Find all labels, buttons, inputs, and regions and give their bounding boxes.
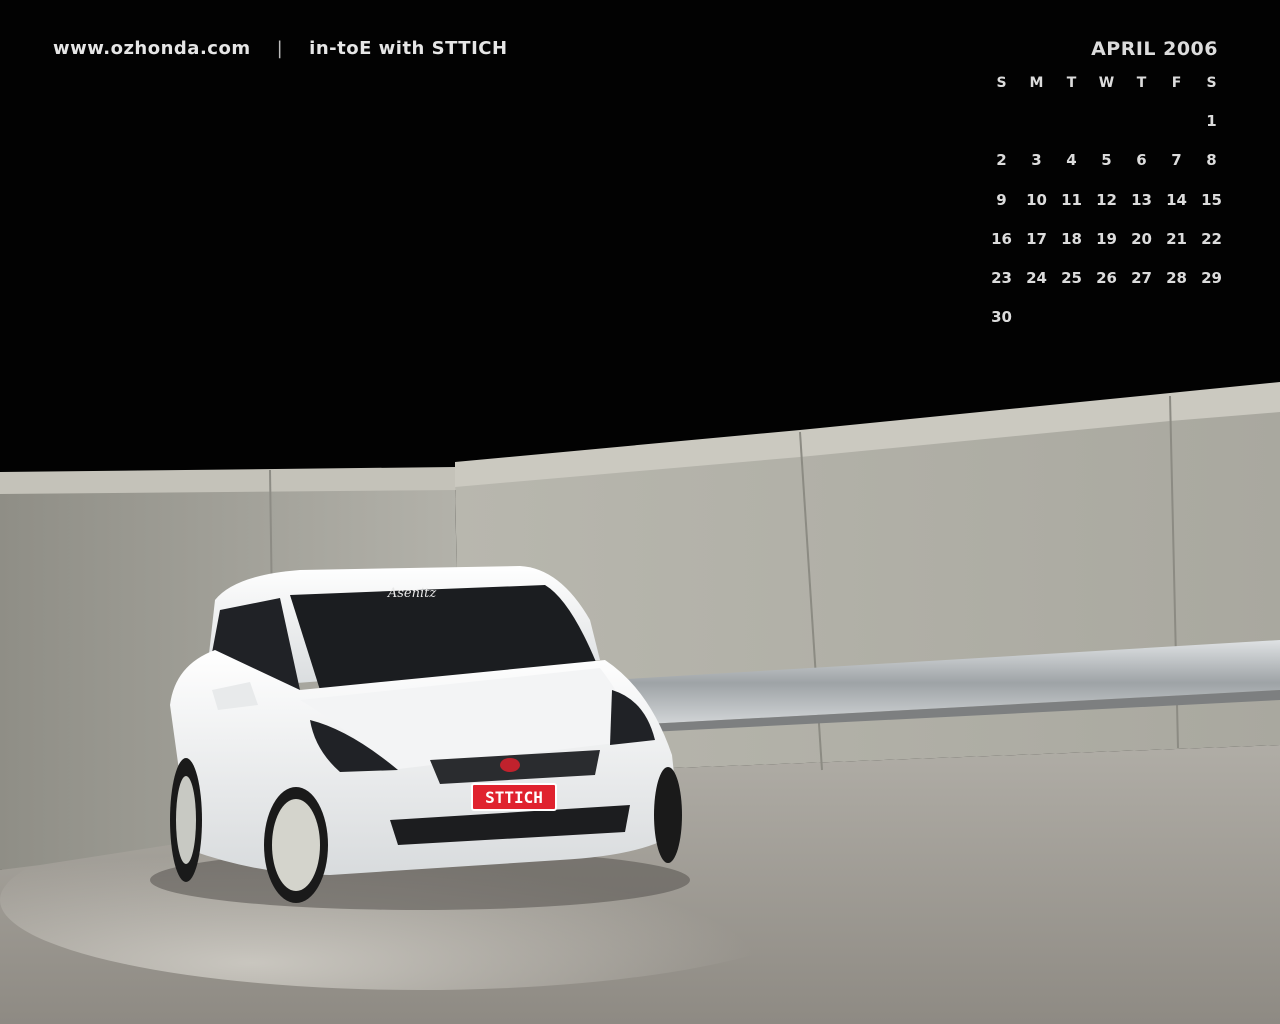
calendar-blank (1159, 112, 1194, 151)
calendar-day: 20 (1131, 229, 1152, 248)
calendar-day: 15 (1201, 190, 1222, 209)
calendar-day: 3 (1031, 151, 1042, 170)
calendar-day: 9 (996, 190, 1007, 209)
weekday-header: S (996, 75, 1007, 91)
calendar-day: 18 (1061, 229, 1082, 248)
calendar-day: 22 (1201, 229, 1222, 248)
windshield-banner: Asenitz (387, 586, 437, 601)
left-rear-rim (176, 776, 196, 864)
calendar-title: APRIL 2006 (1091, 38, 1218, 60)
calendar-day: 5 (1101, 151, 1112, 170)
header-text: www.ozhonda.com | in-toE with STTICH (53, 38, 508, 59)
calendar-day: 26 (1096, 269, 1117, 288)
calendar-day: 16 (991, 229, 1012, 248)
weekday-header: T (1066, 75, 1077, 91)
calendar-day: 7 (1171, 151, 1182, 170)
right-front-wheel (654, 767, 682, 863)
calendar-day: 12 (1096, 190, 1117, 209)
calendar-day: 19 (1096, 229, 1117, 248)
calendar-day: 2 (996, 151, 1007, 170)
weekday-header: F (1171, 75, 1182, 91)
calendar-day: 29 (1201, 269, 1222, 288)
calendar-day: 21 (1166, 229, 1187, 248)
calendar-day: 25 (1061, 269, 1082, 288)
calendar-day: 11 (1061, 190, 1082, 209)
calendar-day: 10 (1026, 190, 1047, 209)
calendar-day: 1 (1206, 112, 1217, 130)
calendar-blank (1054, 112, 1089, 151)
site-url: www.ozhonda.com (53, 38, 251, 59)
left-front-rim (272, 799, 320, 891)
weekday-header: M (1029, 75, 1044, 91)
license-plate-text: STTICH (485, 788, 543, 807)
calendar-day: 14 (1166, 190, 1187, 209)
weekday-header: T (1136, 75, 1147, 91)
calendar-day: 13 (1131, 190, 1152, 209)
calendar-day: 6 (1136, 151, 1147, 170)
calendar-day: 24 (1026, 269, 1047, 288)
weekday-header: S (1206, 75, 1217, 91)
honda-emblem (500, 758, 520, 772)
calendar-day: 8 (1206, 151, 1217, 170)
calendar-day: 30 (991, 308, 1012, 327)
calendar: APRIL 2006 S M T W T F S 1 2 3 4 5 6 7 8 9 10 11 12 13 14 15 1… (984, 38, 1230, 348)
calendar-day: 28 (1166, 269, 1187, 288)
calendar-day: 17 (1026, 229, 1047, 248)
calendar-blank (1089, 112, 1124, 151)
calendar-blank (984, 112, 1019, 151)
calendar-grid: S M T W T F S 1 2 3 4 5 6 7 8 9 10 11 12 13 14 15 16 17 18 19 20 21… (984, 75, 1230, 348)
weekday-header: W (1098, 75, 1115, 91)
calendar-blank (1124, 112, 1159, 151)
calendar-blank (1019, 112, 1054, 151)
header-subtitle: in-toE with STTICH (309, 38, 508, 59)
header-separator: | (276, 38, 284, 59)
calendar-day: 27 (1131, 269, 1152, 288)
calendar-day: 23 (991, 269, 1012, 288)
calendar-day: 4 (1066, 151, 1077, 170)
